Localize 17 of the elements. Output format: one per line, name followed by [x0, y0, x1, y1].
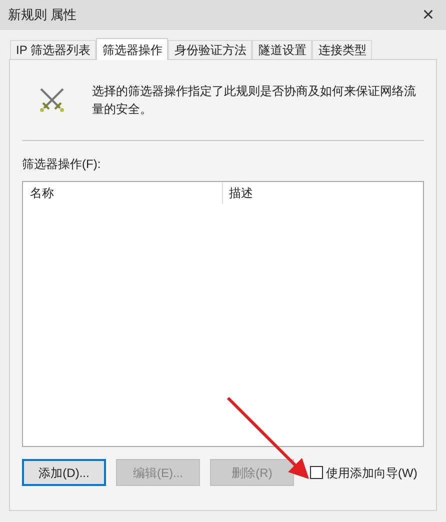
tab[interactable]: IP 筛选器列表 [10, 40, 96, 59]
tab[interactable]: 身份验证方法 [168, 40, 252, 59]
action-button[interactable]: 添加(D)... [22, 459, 106, 486]
tab[interactable]: 筛选器操作 [96, 38, 168, 60]
close-button[interactable]: × [418, 5, 438, 25]
column-header[interactable]: 名称 [23, 182, 223, 204]
tab[interactable]: 隧道设置 [252, 40, 312, 59]
window-title: 新规则 属性 [8, 6, 77, 24]
column-header[interactable]: 描述 [223, 182, 423, 204]
wizard-checkbox[interactable]: 使用添加向导(W) [310, 464, 418, 482]
tab[interactable]: 连接类型 [312, 40, 372, 59]
filter-actions-label: 筛选器操作(F): [22, 156, 102, 173]
description-text: 选择的筛选器操作指定了此规则是否协商及如何来保证网络流量的安全。 [92, 83, 417, 118]
crossed-swords-icon [38, 86, 66, 114]
checkbox[interactable] [310, 466, 323, 479]
filter-actions-list[interactable]: 名称 描述 [22, 181, 424, 447]
checkbox-label: 使用添加向导(W) [326, 464, 418, 482]
